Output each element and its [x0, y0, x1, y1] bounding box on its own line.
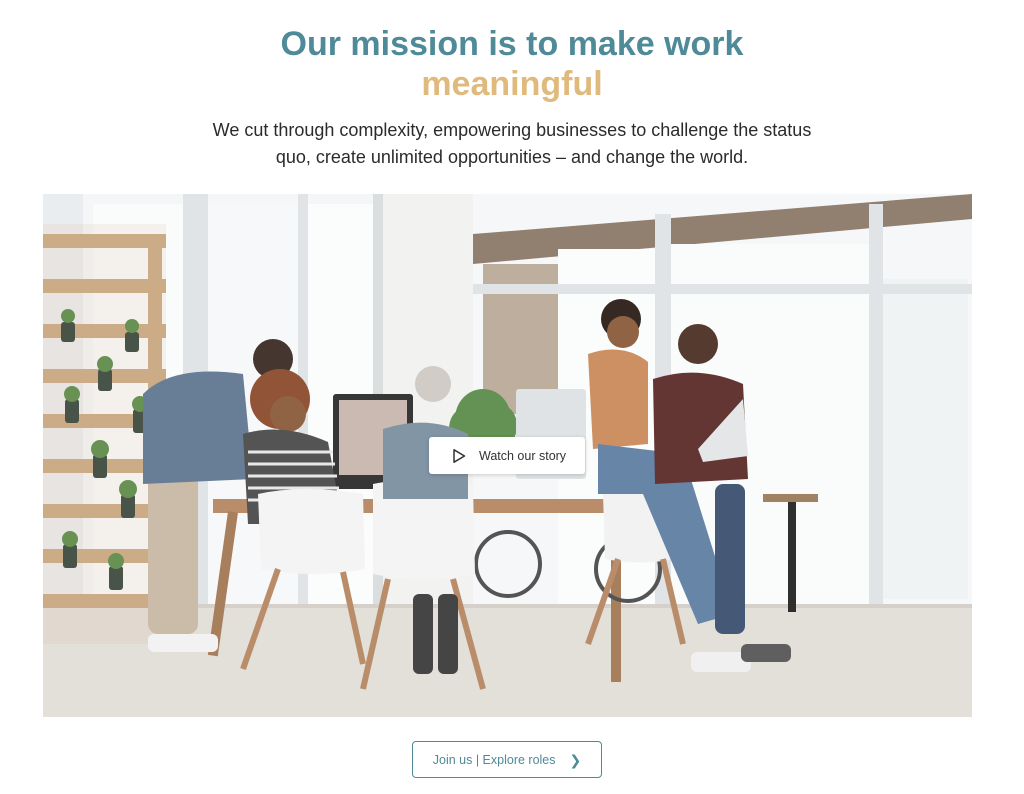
- join-us-explore-roles-button[interactable]: Join us | Explore roles ❯: [412, 741, 602, 778]
- play-icon: [453, 448, 466, 463]
- mission-headline: Our mission is to make work meaningful: [0, 24, 1024, 104]
- headline-line-1: Our mission is to make work: [280, 25, 744, 63]
- team-office-photo: Watch our story: [43, 194, 972, 717]
- headline-line-2-highlight: meaningful: [421, 65, 603, 103]
- chevron-right-icon: ❯: [569, 751, 582, 768]
- mission-subtitle: We cut through complexity, empowering bu…: [212, 120, 812, 167]
- watch-our-story-button[interactable]: Watch our story: [429, 437, 585, 474]
- mission-section: Our mission is to make work meaningful W…: [0, 0, 1024, 794]
- join-us-explore-roles-label: Join us | Explore roles: [432, 752, 556, 767]
- watch-our-story-label: Watch our story: [479, 448, 567, 463]
